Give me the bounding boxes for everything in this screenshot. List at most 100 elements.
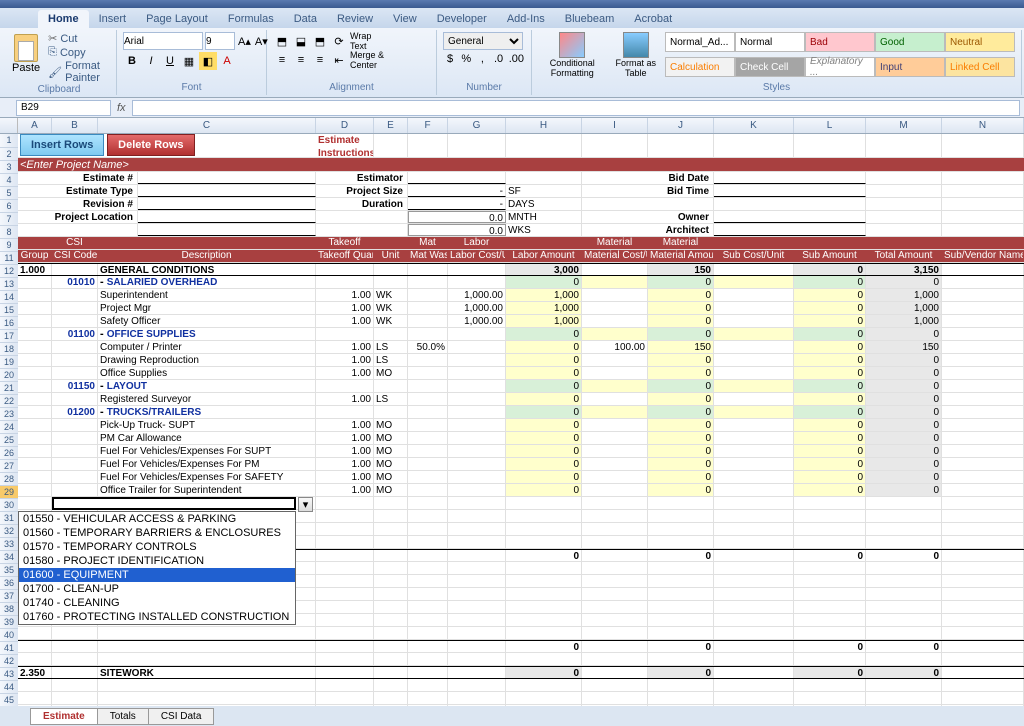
column-header[interactable]: I <box>582 118 648 133</box>
spreadsheet-grid[interactable]: Insert Rows Delete Rows EstimateInstructi… <box>18 134 1024 714</box>
ribbon-tab-developer[interactable]: Developer <box>427 10 497 28</box>
estimate-instructions-link[interactable]: EstimateInstructions <box>318 134 371 157</box>
column-header[interactable]: M <box>866 118 942 133</box>
comma-icon[interactable]: , <box>475 50 489 68</box>
dropdown-item[interactable]: 01700 - CLEAN-UP <box>19 582 295 596</box>
number-format-select[interactable]: General <box>443 32 523 50</box>
align-left-icon[interactable]: ≡ <box>273 51 291 69</box>
sheet-tab[interactable]: Estimate <box>30 708 98 725</box>
name-box[interactable] <box>16 100 111 116</box>
csi-dropdown-list[interactable]: 01550 - VEHICULAR ACCESS & PARKING01560 … <box>18 511 296 625</box>
column-header[interactable]: G <box>448 118 506 133</box>
delete-rows-button[interactable]: Delete Rows <box>107 134 194 156</box>
select-all-corner[interactable] <box>0 118 18 133</box>
font-color-button[interactable]: A <box>218 52 236 70</box>
column-header[interactable]: F <box>408 118 448 133</box>
align-right-icon[interactable]: ≡ <box>311 51 329 69</box>
ribbon: Paste ✂Cut ⎘Copy 🖌Format Painter Clipboa… <box>0 28 1024 98</box>
ribbon-tab-review[interactable]: Review <box>327 10 383 28</box>
format-painter-button[interactable]: 🖌Format Painter <box>48 60 110 84</box>
style-cell[interactable]: Normal <box>735 32 805 52</box>
underline-button[interactable]: U <box>161 52 179 70</box>
sheet-tabs: EstimateTotalsCSI Data <box>0 706 1024 726</box>
percent-icon[interactable]: % <box>459 50 473 68</box>
align-bottom-icon[interactable]: ⬒ <box>311 32 329 50</box>
align-center-icon[interactable]: ≡ <box>292 51 310 69</box>
style-cell[interactable]: Normal_Ad... <box>665 32 735 52</box>
border-button[interactable]: ▦ <box>180 52 198 70</box>
dropdown-item[interactable]: 01760 - PROTECTING INSTALLED CONSTRUCTIO… <box>19 610 295 624</box>
paste-button[interactable]: Paste <box>8 32 44 84</box>
fill-color-button[interactable]: ◧ <box>199 52 217 70</box>
style-cell[interactable]: Input <box>875 57 945 77</box>
dropdown-item[interactable]: 01550 - VEHICULAR ACCESS & PARKING <box>19 512 295 526</box>
align-middle-icon[interactable]: ⬓ <box>292 32 310 50</box>
increase-decimal-icon[interactable]: .0 <box>492 50 506 68</box>
wrap-text-button[interactable]: Wrap Text <box>349 32 386 50</box>
dropdown-item[interactable]: 01580 - PROJECT IDENTIFICATION <box>19 554 295 568</box>
project-name-cell[interactable]: <Enter Project Name> <box>18 158 1024 171</box>
paste-label: Paste <box>12 62 40 74</box>
style-cell[interactable]: Bad <box>805 32 875 52</box>
cell-styles-gallery[interactable]: Normal_Ad...NormalBadGoodNeutral Calculat… <box>665 32 1015 82</box>
italic-button[interactable]: I <box>142 52 160 70</box>
column-headers: ABCDEFGHIJKLMN <box>0 118 1024 134</box>
style-cell[interactable]: Neutral <box>945 32 1015 52</box>
copy-button[interactable]: ⎘Copy <box>48 46 110 59</box>
style-cell[interactable]: Linked Cell <box>945 57 1015 77</box>
increase-font-icon[interactable]: A▴ <box>237 32 252 50</box>
column-header[interactable]: E <box>374 118 408 133</box>
style-cell[interactable]: Calculation <box>665 57 735 77</box>
dropdown-item[interactable]: 01560 - TEMPORARY BARRIERS & ENCLOSURES <box>19 526 295 540</box>
align-top-icon[interactable]: ⬒ <box>273 32 291 50</box>
dropdown-arrow-icon[interactable]: ▾ <box>298 497 313 512</box>
sheet-tab[interactable]: Totals <box>97 708 149 725</box>
column-header[interactable]: D <box>316 118 374 133</box>
ribbon-tab-bluebeam[interactable]: Bluebeam <box>555 10 625 28</box>
styles-group-label: Styles <box>538 82 1015 93</box>
orientation-icon[interactable]: ⟳ <box>330 32 348 50</box>
column-header[interactable]: B <box>52 118 98 133</box>
font-name-input[interactable] <box>123 32 203 50</box>
column-header[interactable]: N <box>942 118 1024 133</box>
ribbon-tab-view[interactable]: View <box>383 10 427 28</box>
dropdown-item[interactable]: 01600 - EQUIPMENT <box>19 568 295 582</box>
scissors-icon: ✂ <box>48 32 57 45</box>
decrease-indent-icon[interactable]: ⇤ <box>330 51 348 69</box>
column-header[interactable]: L <box>794 118 866 133</box>
bold-button[interactable]: B <box>123 52 141 70</box>
conditional-formatting-button[interactable]: Conditional Formatting <box>538 32 607 82</box>
fx-icon[interactable]: fx <box>117 102 126 114</box>
dropdown-item[interactable]: 01570 - TEMPORARY CONTROLS <box>19 540 295 554</box>
format-as-table-button[interactable]: Format as Table <box>611 32 661 82</box>
number-group-label: Number <box>443 82 525 93</box>
sheet-tab[interactable]: CSI Data <box>148 708 215 725</box>
ribbon-tab-acrobat[interactable]: Acrobat <box>624 10 682 28</box>
ribbon-tab-add-ins[interactable]: Add-Ins <box>497 10 555 28</box>
ribbon-tab-formulas[interactable]: Formulas <box>218 10 284 28</box>
style-cell[interactable]: Explanatory ... <box>805 57 875 77</box>
column-header[interactable]: A <box>18 118 52 133</box>
font-size-input[interactable] <box>205 32 235 50</box>
ribbon-tab-insert[interactable]: Insert <box>89 10 137 28</box>
ribbon-tab-home[interactable]: Home <box>38 10 89 28</box>
style-cell[interactable]: Check Cell <box>735 57 805 77</box>
ribbon-tab-data[interactable]: Data <box>284 10 327 28</box>
row-headers: 1234567891112131415161718192021222324252… <box>0 134 18 714</box>
merge-button[interactable]: Merge & Center <box>349 51 386 69</box>
paste-icon <box>14 34 38 62</box>
copy-icon: ⎘ <box>48 46 57 59</box>
currency-icon[interactable]: $ <box>443 50 457 68</box>
cut-button[interactable]: ✂Cut <box>48 32 110 45</box>
conditional-formatting-icon <box>559 32 585 58</box>
ribbon-tab-page-layout[interactable]: Page Layout <box>136 10 218 28</box>
column-header[interactable]: J <box>648 118 714 133</box>
column-header[interactable]: H <box>506 118 582 133</box>
formula-bar[interactable] <box>132 100 1020 116</box>
decrease-decimal-icon[interactable]: .00 <box>508 50 525 68</box>
column-header[interactable]: C <box>98 118 316 133</box>
style-cell[interactable]: Good <box>875 32 945 52</box>
column-header[interactable]: K <box>714 118 794 133</box>
dropdown-item[interactable]: 01740 - CLEANING <box>19 596 295 610</box>
insert-rows-button[interactable]: Insert Rows <box>20 134 104 156</box>
